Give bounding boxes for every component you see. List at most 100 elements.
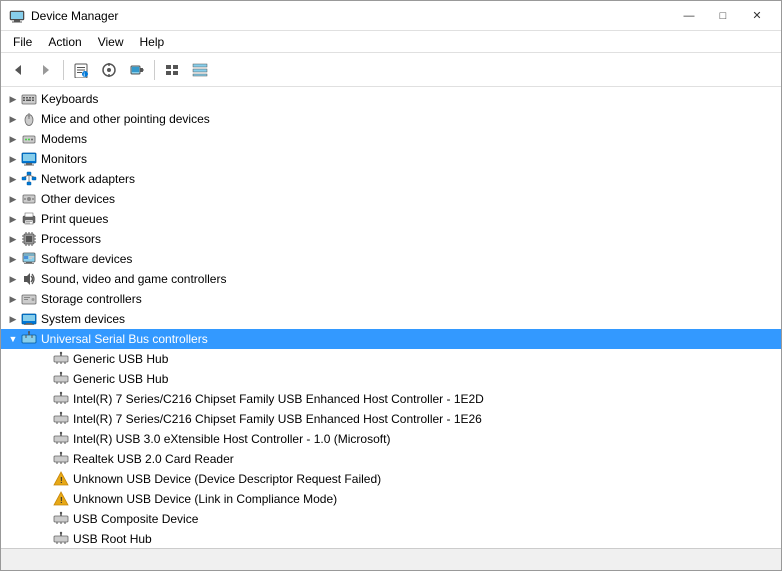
usb-hub-icon-2	[53, 371, 69, 387]
sound-label: Sound, video and game controllers	[41, 272, 226, 286]
toolbar: i	[1, 53, 781, 87]
storage-label: Storage controllers	[41, 292, 142, 306]
tree-item-realtek[interactable]: ▶ Realtek USB 2.0 Card Reader	[1, 449, 781, 469]
menu-action[interactable]: Action	[40, 33, 89, 51]
processors-icon	[21, 231, 37, 247]
expand-arrow-print[interactable]: ▶	[5, 211, 21, 227]
device-manager-window: Device Manager — □ ✕ File Action View He…	[0, 0, 782, 571]
toolbar-separator-2	[154, 60, 155, 80]
tree-item-system[interactable]: ▶ System devices	[1, 309, 781, 329]
tree-item-unknown-compliance[interactable]: ▶ ! Unknown USB Device (Link in Complian…	[1, 489, 781, 509]
forward-icon	[39, 63, 53, 77]
tree-item-mice[interactable]: ▶ Mice and other pointing devices	[1, 109, 781, 129]
expand-arrow-monitors[interactable]: ▶	[5, 151, 21, 167]
keyboards-label: Keyboards	[41, 92, 98, 106]
expand-arrow-system[interactable]: ▶	[5, 311, 21, 327]
intel-1e26-label: Intel(R) 7 Series/C216 Chipset Family US…	[73, 412, 482, 426]
usb-chip-icon-1	[53, 391, 69, 407]
menu-view[interactable]: View	[90, 33, 132, 51]
usb-label: Universal Serial Bus controllers	[41, 332, 208, 346]
tree-item-software[interactable]: ▶ Software devices	[1, 249, 781, 269]
menu-help[interactable]: Help	[132, 33, 173, 51]
expand-arrow-keyboards[interactable]: ▶	[5, 91, 21, 107]
view-by-connection-button[interactable]	[187, 57, 213, 83]
tree-item-sound[interactable]: ▶ Sound, video and game controllers	[1, 269, 781, 289]
expand-arrow-software[interactable]: ▶	[5, 251, 21, 267]
tree-item-other[interactable]: ▶ Other devices	[1, 189, 781, 209]
system-icon	[21, 311, 37, 327]
generic-hub-2-label: Generic USB Hub	[73, 372, 168, 386]
composite-label: USB Composite Device	[73, 512, 198, 526]
title-left: Device Manager	[9, 8, 118, 24]
close-button[interactable]: ✕	[741, 6, 773, 26]
menubar: File Action View Help	[1, 31, 781, 53]
mice-label: Mice and other pointing devices	[41, 112, 210, 126]
tree-item-intel-usb3[interactable]: ▶ Intel(R) USB 3.0 eXtensible Host Contr…	[1, 429, 781, 449]
tree-item-generic-hub-2[interactable]: ▶ Generic USB Hub	[1, 369, 781, 389]
expand-arrow-mice[interactable]: ▶	[5, 111, 21, 127]
update-driver-button[interactable]	[96, 57, 122, 83]
window-controls: — □ ✕	[673, 6, 773, 26]
system-label: System devices	[41, 312, 125, 326]
svg-text:!: !	[60, 496, 63, 505]
tree-item-network[interactable]: ▶ Network adapters	[1, 169, 781, 189]
tree-item-storage[interactable]: ▶ Storage controllers	[1, 289, 781, 309]
realtek-label: Realtek USB 2.0 Card Reader	[73, 452, 234, 466]
tree-item-intel-1e26[interactable]: ▶ Intel(R) 7 Series/C216 Chipset Family …	[1, 409, 781, 429]
software-label: Software devices	[41, 252, 132, 266]
intel-usb3-label: Intel(R) USB 3.0 eXtensible Host Control…	[73, 432, 390, 446]
tree-item-generic-hub-1[interactable]: ▶ Generic USB Hub	[1, 349, 781, 369]
storage-icon	[21, 291, 37, 307]
maximize-button[interactable]: □	[707, 6, 739, 26]
expand-arrow-storage[interactable]: ▶	[5, 291, 21, 307]
expand-arrow-processors[interactable]: ▶	[5, 231, 21, 247]
view-by-type-button[interactable]	[159, 57, 185, 83]
minimize-button[interactable]: —	[673, 6, 705, 26]
modems-label: Modems	[41, 132, 87, 146]
print-label: Print queues	[41, 212, 108, 226]
expand-arrow-usb[interactable]: ▼	[5, 331, 21, 347]
tree-item-monitors[interactable]: ▶ Monitors	[1, 149, 781, 169]
scan-hardware-button[interactable]	[124, 57, 150, 83]
properties-button[interactable]: i	[68, 57, 94, 83]
other-icon	[21, 191, 37, 207]
tree-item-usb[interactable]: ▼ Universal Serial Bus controllers	[1, 329, 781, 349]
menu-file[interactable]: File	[5, 33, 40, 51]
mice-icon	[21, 111, 37, 127]
tree-item-root-hub-1[interactable]: ▶ USB Root Hub	[1, 529, 781, 548]
app-icon	[9, 8, 25, 24]
tree-item-processors[interactable]: ▶	[1, 229, 781, 249]
usb-chip-icon-2	[53, 411, 69, 427]
usb-ctrl-icon	[21, 331, 37, 347]
view-connection-icon	[192, 62, 208, 78]
back-button[interactable]	[5, 57, 31, 83]
unknown-descriptor-label: Unknown USB Device (Device Descriptor Re…	[73, 472, 381, 486]
tree-item-intel-1e2d[interactable]: ▶ Intel(R) 7 Series/C216 Chipset Family …	[1, 389, 781, 409]
warning-icon-1: !	[53, 471, 69, 487]
network-label: Network adapters	[41, 172, 135, 186]
keyboards-icon	[21, 91, 37, 107]
title-bar: Device Manager — □ ✕	[1, 1, 781, 31]
unknown-compliance-label: Unknown USB Device (Link in Compliance M…	[73, 492, 337, 506]
expand-arrow-modems[interactable]: ▶	[5, 131, 21, 147]
modems-icon	[21, 131, 37, 147]
network-icon	[21, 171, 37, 187]
root-hub-1-label: USB Root Hub	[73, 532, 152, 546]
tree-item-unknown-descriptor[interactable]: ▶ ! Unknown USB Device (Device Descripto…	[1, 469, 781, 489]
warning-icon-2: !	[53, 491, 69, 507]
expand-arrow-network[interactable]: ▶	[5, 171, 21, 187]
forward-button[interactable]	[33, 57, 59, 83]
expand-arrow-other[interactable]: ▶	[5, 191, 21, 207]
tree-panel[interactable]: ▶ Keyboards ▶	[1, 87, 781, 548]
statusbar	[1, 548, 781, 570]
composite-icon	[53, 511, 69, 527]
window-title: Device Manager	[31, 9, 118, 23]
svg-text:!: !	[60, 476, 63, 485]
scan-hardware-icon	[129, 62, 145, 78]
tree-item-print[interactable]: ▶ Print queues	[1, 209, 781, 229]
tree-item-modems[interactable]: ▶ Modems	[1, 129, 781, 149]
monitors-icon	[21, 151, 37, 167]
tree-item-composite[interactable]: ▶ USB Composite Device	[1, 509, 781, 529]
expand-arrow-sound[interactable]: ▶	[5, 271, 21, 287]
tree-item-keyboards[interactable]: ▶ Keyboards	[1, 89, 781, 109]
